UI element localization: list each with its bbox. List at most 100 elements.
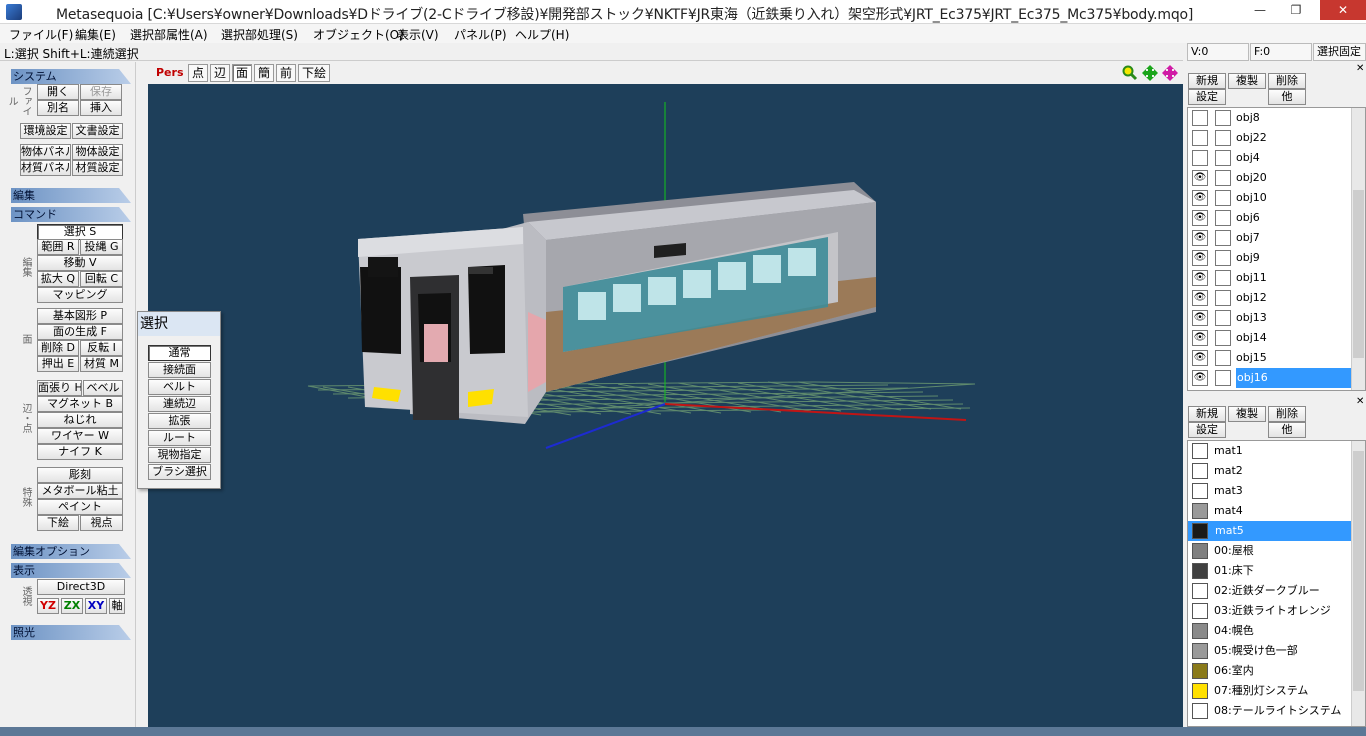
object-copy-button[interactable]: 複製: [1228, 73, 1266, 89]
object-panel-button[interactable]: 物体パネル: [20, 144, 71, 160]
lock-toggle[interactable]: [1215, 270, 1231, 286]
lock-toggle[interactable]: [1215, 110, 1231, 126]
simple-mode-button[interactable]: 簡: [254, 64, 274, 82]
object-row[interactable]: 👁 obj14: [1188, 328, 1365, 348]
lock-toggle[interactable]: [1215, 190, 1231, 206]
lock-toggle[interactable]: [1215, 130, 1231, 146]
select-brush-button[interactable]: ブラシ選択: [148, 464, 211, 480]
eye-icon[interactable]: 👁: [1192, 330, 1208, 346]
menu-help[interactable]: ヘルプ(H): [515, 26, 569, 43]
material-copy-button[interactable]: 複製: [1228, 406, 1266, 422]
object-list-scrollbar[interactable]: [1351, 108, 1365, 390]
object-panel-close-icon[interactable]: ✕: [1356, 63, 1364, 74]
material-row[interactable]: 02:近鉄ダークブルー: [1188, 581, 1365, 601]
object-delete-button[interactable]: 削除: [1268, 73, 1306, 89]
object-row[interactable]: obj22: [1188, 128, 1365, 148]
front-mode-button[interactable]: 前: [276, 64, 296, 82]
insert-button[interactable]: 挿入: [80, 100, 122, 116]
env-settings-button[interactable]: 環境設定: [20, 123, 71, 139]
magnet-button[interactable]: マグネット B: [37, 396, 123, 412]
maximize-button[interactable]: ❐: [1282, 0, 1310, 20]
eye-icon[interactable]: 👁: [1192, 230, 1208, 246]
bevel-button[interactable]: ベベル: [83, 380, 123, 396]
lock-toggle[interactable]: [1215, 310, 1231, 326]
3d-viewport[interactable]: [148, 62, 1183, 736]
magnifier-icon[interactable]: [1122, 65, 1138, 81]
menu-selection-attr[interactable]: 選択部属性(A): [130, 26, 208, 43]
rotate-arrows-icon[interactable]: [1162, 65, 1178, 81]
yz-view-button[interactable]: YZ: [37, 598, 59, 614]
zx-view-button[interactable]: ZX: [61, 598, 83, 614]
object-row[interactable]: 👁 obj13: [1188, 308, 1365, 328]
menu-selection-process[interactable]: 選択部処理(S): [221, 26, 298, 43]
object-list[interactable]: obj8 obj22 obj4 👁 obj20 👁 obj10 👁 obj6 👁 obj7 👁 obj9…: [1187, 107, 1366, 391]
material-row[interactable]: 04:幌色: [1188, 621, 1365, 641]
material-other-button[interactable]: 他: [1268, 422, 1306, 438]
eye-icon[interactable]: 👁: [1192, 170, 1208, 186]
material-row[interactable]: mat1: [1188, 441, 1365, 461]
edge-mode-button[interactable]: 辺: [210, 64, 230, 82]
object-row[interactable]: 👁 obj7: [1188, 228, 1365, 248]
select-object-button[interactable]: 現物指定: [148, 447, 211, 463]
underlay-button[interactable]: 下絵: [37, 515, 79, 531]
underlay-mode-button[interactable]: 下絵: [298, 64, 330, 82]
doc-settings-button[interactable]: 文書設定: [72, 123, 123, 139]
scale-tool-button[interactable]: 拡大 Q: [37, 271, 79, 287]
object-row[interactable]: obj4: [1188, 148, 1365, 168]
object-row[interactable]: 👁 obj10: [1188, 188, 1365, 208]
eye-icon[interactable]: 👁: [1192, 310, 1208, 326]
material-row[interactable]: 01:床下: [1188, 561, 1365, 581]
visibility-toggle[interactable]: [1192, 110, 1208, 126]
object-new-button[interactable]: 新規: [1188, 73, 1226, 89]
edit-options-header[interactable]: 編集オプション: [11, 544, 131, 559]
viewpoint-button[interactable]: 視点: [80, 515, 123, 531]
material-row[interactable]: mat2: [1188, 461, 1365, 481]
object-row[interactable]: 👁 obj12: [1188, 288, 1365, 308]
object-row[interactable]: 👁 obj9: [1188, 248, 1365, 268]
material-row[interactable]: mat5: [1188, 521, 1365, 541]
select-loop-button[interactable]: 連続辺: [148, 396, 211, 412]
menu-object[interactable]: オブジェクト(O): [313, 26, 404, 43]
paint-button[interactable]: ペイント: [37, 499, 123, 515]
scene-render[interactable]: [148, 62, 1183, 736]
select-expand-button[interactable]: 拡張: [148, 413, 211, 429]
generate-face-button[interactable]: 面の生成 F: [37, 324, 123, 340]
twist-button[interactable]: ねじれ: [37, 412, 123, 428]
material-row[interactable]: 07:種別灯システム: [1188, 681, 1365, 701]
knife-face-button[interactable]: 面張り H: [37, 380, 82, 396]
lock-toggle[interactable]: [1215, 230, 1231, 246]
visibility-toggle[interactable]: [1192, 150, 1208, 166]
basic-shape-button[interactable]: 基本図形 P: [37, 308, 123, 324]
flip-face-button[interactable]: 反転 I: [80, 340, 123, 356]
material-panel-close-icon[interactable]: ✕: [1356, 396, 1364, 407]
eye-icon[interactable]: 👁: [1192, 190, 1208, 206]
material-scroll-thumb[interactable]: [1353, 451, 1364, 691]
eye-icon[interactable]: 👁: [1192, 250, 1208, 266]
material-settings-button[interactable]: 材質設定: [72, 160, 123, 176]
material-row[interactable]: 03:近鉄ライトオレンジ: [1188, 601, 1365, 621]
save-button[interactable]: 保存: [80, 84, 122, 100]
mapping-tool-button[interactable]: マッピング: [37, 287, 123, 303]
material-settings-button-r[interactable]: 設定: [1188, 422, 1226, 438]
view-mode-label[interactable]: Pers: [156, 66, 184, 79]
menu-edit[interactable]: 編集(E): [75, 26, 116, 43]
knife-button[interactable]: ナイフ K: [37, 444, 123, 460]
command-header[interactable]: コマンド: [11, 207, 131, 222]
vertex-mode-button[interactable]: 点: [188, 64, 208, 82]
object-row[interactable]: 👁 obj6: [1188, 208, 1365, 228]
select-normal-button[interactable]: 通常: [148, 345, 211, 361]
object-settings-button[interactable]: 物体設定: [72, 144, 123, 160]
move-tool-button[interactable]: 移動 V: [37, 255, 123, 271]
lasso-tool-button[interactable]: 投縄 G: [80, 239, 123, 255]
material-list-scrollbar[interactable]: [1351, 441, 1365, 726]
eye-icon[interactable]: 👁: [1192, 290, 1208, 306]
object-row[interactable]: 👁 obj15: [1188, 348, 1365, 368]
object-row[interactable]: obj8: [1188, 108, 1365, 128]
lock-toggle[interactable]: [1215, 210, 1231, 226]
select-tool-button[interactable]: 選択 S: [37, 224, 123, 240]
lock-toggle[interactable]: [1215, 330, 1231, 346]
metaball-button[interactable]: メタボール粘土: [37, 483, 123, 499]
direct3d-button[interactable]: Direct3D: [37, 579, 125, 595]
close-button[interactable]: ✕: [1320, 0, 1366, 20]
visibility-toggle[interactable]: [1192, 130, 1208, 146]
